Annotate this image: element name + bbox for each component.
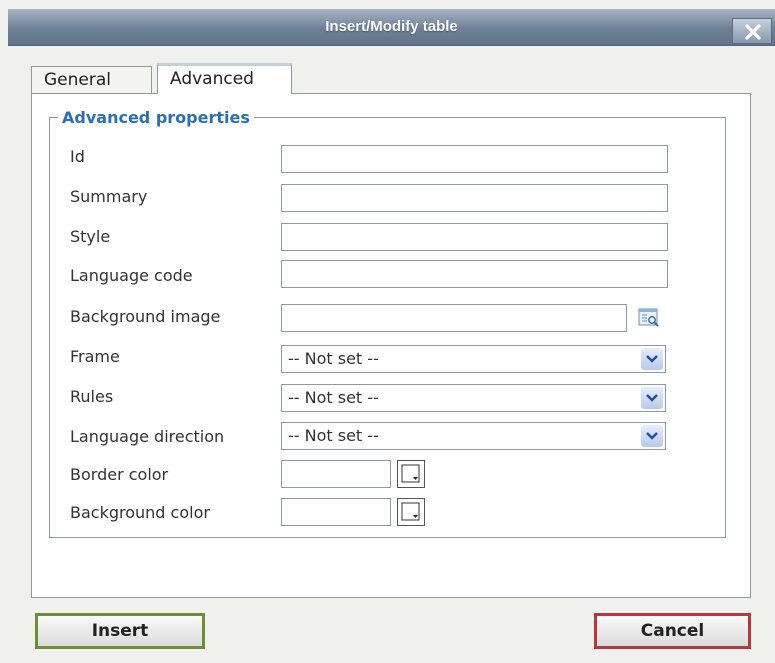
id-input[interactable] xyxy=(281,145,668,173)
close-button[interactable] xyxy=(732,18,772,44)
frame-label: Frame xyxy=(70,347,120,366)
tab-general[interactable]: General xyxy=(31,66,152,93)
background-image-input[interactable] xyxy=(281,304,627,332)
language-direction-select-value: -- Not set -- xyxy=(288,426,379,445)
frame-select[interactable]: -- Not set -- xyxy=(281,345,666,373)
tab-advanced-label: Advanced xyxy=(170,69,254,89)
language-code-input[interactable] xyxy=(281,260,668,288)
fieldset-legend: Advanced properties xyxy=(62,108,250,127)
color-picker-icon xyxy=(401,464,420,483)
frame-select-value: -- Not set -- xyxy=(288,349,379,368)
id-label: Id xyxy=(70,147,85,166)
chevron-down-icon[interactable] xyxy=(641,387,663,409)
background-image-label: Background image xyxy=(70,307,221,326)
style-input[interactable] xyxy=(281,223,668,251)
chevron-down-icon[interactable] xyxy=(641,348,663,370)
rules-select[interactable]: -- Not set -- xyxy=(281,384,666,412)
language-direction-label: Language direction xyxy=(70,427,225,446)
style-label: Style xyxy=(70,227,111,246)
dialog-title: Insert/Modify table xyxy=(325,18,458,35)
border-color-input[interactable] xyxy=(281,460,391,488)
color-picker-icon xyxy=(401,502,420,521)
cancel-button[interactable]: Cancel xyxy=(594,613,751,649)
border-color-label: Border color xyxy=(70,465,169,484)
summary-label: Summary xyxy=(70,187,148,206)
summary-input[interactable] xyxy=(281,184,668,212)
insert-button[interactable]: Insert xyxy=(35,613,205,649)
chevron-down-icon[interactable] xyxy=(641,425,663,447)
language-code-label: Language code xyxy=(70,266,193,285)
rules-select-value: -- Not set -- xyxy=(288,388,379,407)
browse-icon[interactable] xyxy=(637,306,661,330)
background-color-label: Background color xyxy=(70,503,210,522)
rules-label: Rules xyxy=(70,387,114,406)
background-color-picker[interactable] xyxy=(397,498,425,526)
background-color-input[interactable] xyxy=(281,498,391,526)
tab-advanced[interactable]: Advanced xyxy=(157,63,292,94)
title-bar: Insert/Modify table xyxy=(8,9,775,46)
close-icon xyxy=(745,24,761,40)
tab-general-label: General xyxy=(44,70,111,90)
language-direction-select[interactable]: -- Not set -- xyxy=(281,422,666,450)
border-color-picker[interactable] xyxy=(397,460,425,488)
